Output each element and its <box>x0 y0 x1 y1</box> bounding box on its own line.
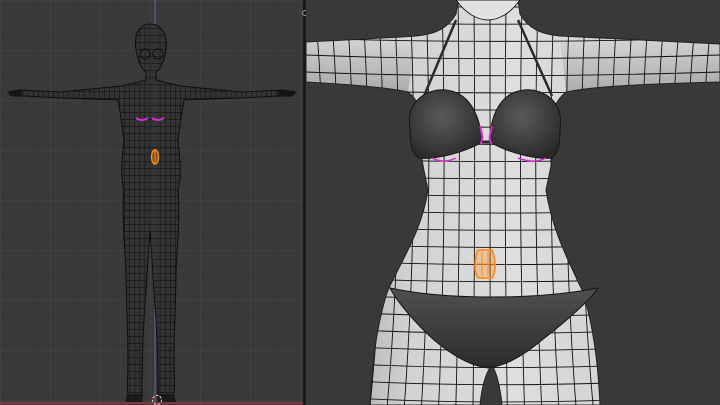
selected-faces[interactable] <box>150 149 160 165</box>
viewport-left[interactable] <box>0 0 303 405</box>
selected-faces[interactable] <box>474 249 496 279</box>
viewport-right[interactable] <box>306 0 720 405</box>
viewport-left-canvas[interactable] <box>0 0 303 405</box>
viewport-right-canvas[interactable] <box>306 0 720 405</box>
foot-left <box>125 394 143 402</box>
blender-window <box>0 0 720 405</box>
